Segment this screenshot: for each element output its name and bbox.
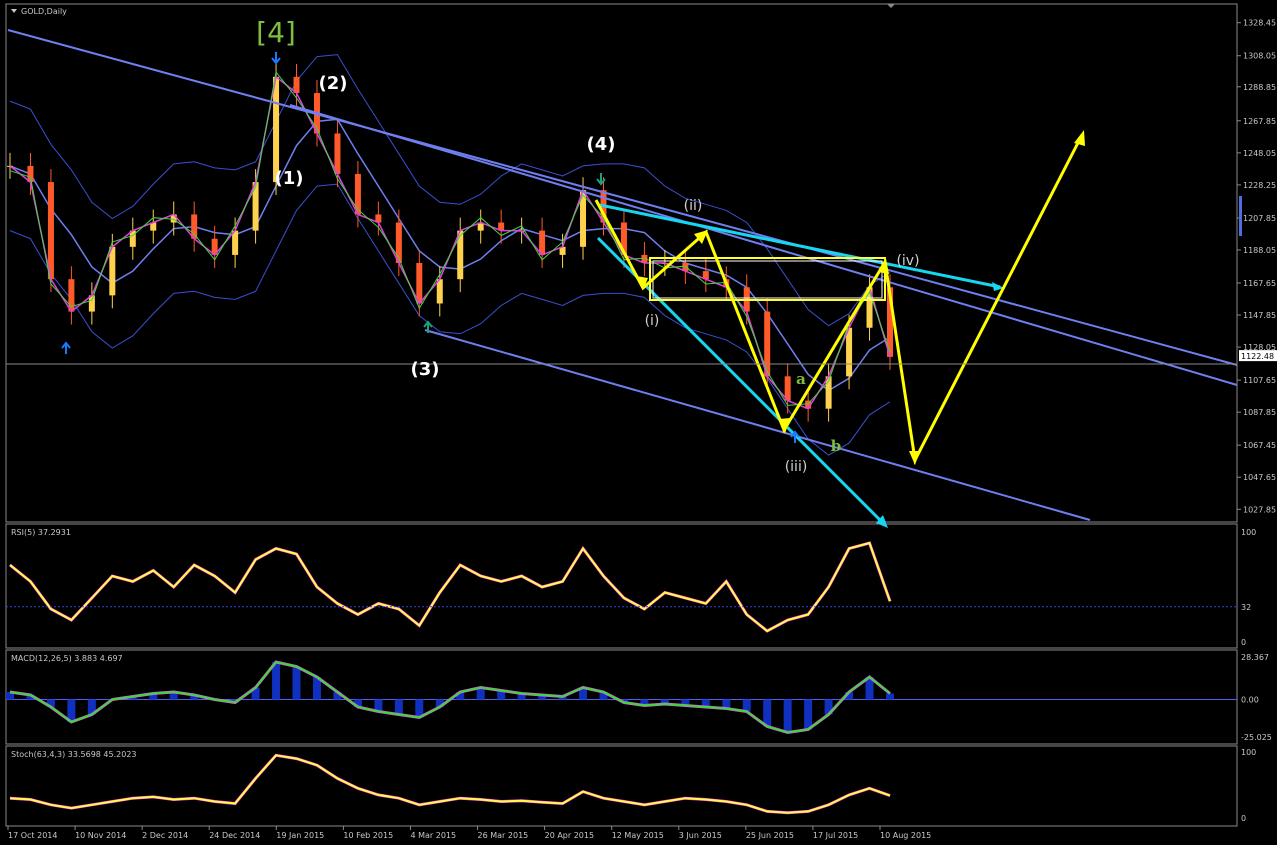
date-tick-label: 4 Mar 2015 [410,831,456,840]
date-tick-label: 19 Jan 2015 [276,831,324,840]
macd-histogram-bar [804,699,813,730]
stoch-layer: 100 0 [9,748,1256,823]
oscillator-tick-label: 0 [1241,814,1246,823]
date-tick-label: 10 Feb 2015 [343,831,393,840]
price-tick-label: 1047.65 [1243,473,1276,482]
candle-body [846,327,853,377]
date-tick-label: 10 Nov 2014 [75,831,126,840]
bollinger-upper-band [9,54,891,327]
candle-body [252,182,259,231]
channel-mid-line [289,104,1238,386]
candle-body [47,182,54,280]
fractal-arrow-up-icon [61,341,71,354]
macd-histogram-bar [886,693,894,700]
candle-body [395,222,402,263]
date-tick-label: 2 Dec 2014 [142,831,188,840]
oscillator-signal-line [9,753,891,815]
price-tick-label: 1328.45 [1243,19,1276,28]
wave-label-iv: (iv) [896,253,919,269]
wave-label-4: (4) [587,134,616,155]
date-tick-label: 12 May 2015 [612,831,664,840]
oscillator-signal-line [9,660,891,735]
bollinger-lower-band [9,183,891,456]
candle-body [457,230,464,280]
main-chart-title: GOLD,Daily [21,7,67,16]
macd-histogram-bar [292,666,301,700]
macd-histogram-bar [783,699,792,733]
rsi-panel-border [5,523,1238,649]
date-axis: 17 Oct 2014 10 Nov 2014 2 Dec 2014 24 Dec 2… [7,826,931,840]
wave-label-1: (1) [275,168,304,189]
shift-marker-icon[interactable] [887,4,895,8]
wave-label-b: b [831,437,842,455]
price-tick-label: 1147.85 [1243,311,1276,320]
candle-body [232,230,239,255]
candle-body [416,263,423,304]
chart-menu-triangle-icon[interactable] [11,9,17,13]
price-tick-label: 1207.85 [1243,214,1276,223]
price-tick-label: 1228.25 [1243,181,1276,190]
rsi-layer: 100 32 0 [6,528,1256,647]
scroll-handle[interactable] [1239,196,1242,236]
oscillator-tick-label: 0.00 [1241,696,1259,705]
wave-label-i: (i) [645,313,660,329]
macd-histogram-bar [763,699,772,727]
price-tick-label: 1027.85 [1243,505,1276,514]
channel-upper-line [7,29,1238,366]
oscillator-tick-label: 28.367 [1241,653,1269,662]
price-tick-label: 1248.05 [1243,149,1276,158]
price-tick-label: 1267.85 [1243,117,1276,126]
candle-body [109,246,116,296]
macd-histogram-bar [394,699,403,715]
yellow-arrow-head-6 [1074,130,1085,146]
date-tick-label: 20 Apr 2015 [545,831,594,840]
oscillator-tick-label: 32 [1241,603,1251,612]
wave-label-ii: (ii) [684,198,703,214]
wave-label-a: a [796,370,806,388]
current-price-label: 1122.48 [1241,352,1274,361]
date-tick-label: 24 Dec 2014 [209,831,260,840]
wave-label-3: (3) [411,359,440,380]
oscillator-tick-label: 100 [1241,748,1256,757]
macd-layer: 28.367 0.00 -25.025 [6,653,1272,742]
wave-label-2: (2) [319,73,348,94]
date-tick-label: 25 Jun 2015 [746,831,794,840]
price-tick-label: 1087.85 [1243,408,1276,417]
date-tick-label: 17 Jul 2015 [813,831,858,840]
gold-daily-chart: 1328.45 1308.05 1288.85 1267.85 1248.05 1228.… [5,3,1277,840]
price-tick-label: 1107.65 [1243,376,1276,385]
main-price-layer [7,54,893,456]
candle-body [354,173,361,215]
price-axis: 1328.45 1308.05 1288.85 1267.85 1248.05 1228.… [1237,19,1277,514]
price-tick-label: 1288.85 [1243,83,1276,92]
price-tick-label: 1188.05 [1243,246,1276,255]
date-tick-label: 26 Mar 2015 [478,831,529,840]
date-tick-label: 17 Oct 2014 [8,831,57,840]
oscillator-main-line [9,541,891,633]
channel-lower-line [424,329,1091,521]
price-tick-label: 1308.05 [1243,52,1276,61]
fractal-arrow-down-icon [271,52,281,65]
candle-body [273,76,280,183]
rsi-title: RSI(5) 37.2931 [11,528,71,537]
oscillator-tick-label: -25.025 [1241,733,1272,742]
oscillator-main-line [9,660,891,734]
stoch-title: Stoch(63,4,3) 33.5698 45.2023 [11,750,137,759]
date-tick-label: 10 Aug 2015 [880,831,931,840]
oscillator-main-line [9,754,891,814]
date-tick-label: 3 Jun 2015 [679,831,722,840]
oscillator-signal-line [9,541,892,633]
oscillator-tick-label: 100 [1241,528,1256,537]
price-tick-label: 1167.65 [1243,279,1276,288]
price-tick-label: 1067.45 [1243,441,1276,450]
yellow-arrow-head-5 [909,451,920,465]
stoch-panel-border [5,745,1238,827]
candle-body [334,133,341,174]
oscillator-tick-label: 0 [1241,638,1246,647]
macd-title: MACD(12,26,5) 3.883 4.697 [11,654,123,663]
wave-label-iii: (iii) [785,459,808,475]
wave-label-4-major: [4] [256,16,296,49]
